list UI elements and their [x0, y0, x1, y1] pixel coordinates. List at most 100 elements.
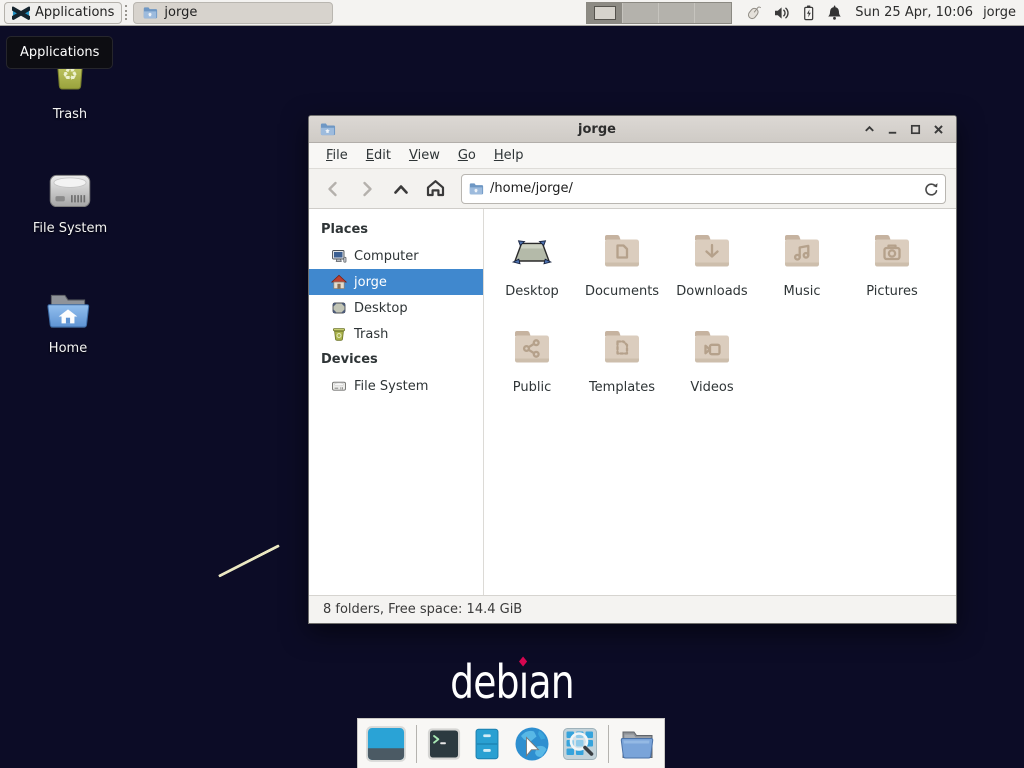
- location-bar[interactable]: [461, 174, 946, 204]
- music-folder-icon: [778, 227, 826, 275]
- sidebar-item-file-system[interactable]: File System: [309, 373, 483, 399]
- file-cabinet-icon: [471, 725, 503, 763]
- drive-icon: [331, 378, 347, 394]
- applications-menu-label: Applications: [35, 5, 114, 20]
- folder-label: Public: [513, 380, 551, 395]
- tooltip-text: Applications: [20, 45, 99, 60]
- menu-go[interactable]: Go: [449, 144, 485, 167]
- location-input[interactable]: [490, 181, 917, 196]
- folder-item-pictures[interactable]: Pictures: [847, 223, 937, 319]
- web-browser-launcher[interactable]: [512, 725, 552, 763]
- file-pane: Desktop Documents Downloads: [484, 209, 956, 595]
- wordmark-suffix: an: [528, 655, 573, 709]
- workspace-window-preview: [594, 6, 616, 20]
- close-button[interactable]: [927, 118, 950, 140]
- sidebar-item-label: Trash: [354, 327, 388, 342]
- back-button[interactable]: [319, 175, 347, 203]
- desktop-icon-label: File System: [33, 221, 107, 236]
- window-titlebar[interactable]: jorge: [309, 116, 956, 143]
- folder-label: Desktop: [505, 284, 559, 299]
- sidebar-item-label: File System: [354, 379, 428, 394]
- sidebar-item-desktop[interactable]: Desktop: [309, 295, 483, 321]
- home-icon: [331, 274, 347, 290]
- download-folder-icon: [688, 227, 736, 275]
- terminal-launcher[interactable]: [426, 726, 462, 762]
- folder-item-documents[interactable]: Documents: [577, 223, 667, 319]
- desktop-workspace-icon: [508, 227, 556, 275]
- bottom-dock: [357, 718, 665, 768]
- menu-help[interactable]: Help: [485, 144, 533, 167]
- pointer-artifact-line: [218, 544, 280, 578]
- workspace-4[interactable]: [695, 3, 731, 23]
- file-manager-launcher[interactable]: [471, 725, 503, 763]
- sidebar-item-label: jorge: [354, 275, 387, 290]
- up-button[interactable]: [387, 175, 415, 203]
- mouse-tray-icon[interactable]: [744, 3, 764, 22]
- sidebar-item-label: Computer: [354, 249, 419, 264]
- file-manager-window: jorge File Edit View Go Help: [308, 115, 957, 624]
- app-finder-launcher[interactable]: [561, 726, 599, 762]
- folder-item-downloads[interactable]: Downloads: [667, 223, 757, 319]
- folder-icon: [142, 5, 158, 21]
- workspace-1[interactable]: [587, 3, 623, 23]
- directory-menu-launcher[interactable]: [617, 725, 657, 763]
- share-folder-icon: [508, 323, 556, 371]
- folder-item-music[interactable]: Music: [757, 223, 847, 319]
- window-folder-icon[interactable]: [319, 121, 336, 138]
- web-browser-globe-icon: [512, 725, 552, 763]
- workspace-3[interactable]: [659, 3, 695, 23]
- desktop-icon-home[interactable]: Home: [12, 286, 124, 356]
- sidebar-item-jorge[interactable]: jorge: [309, 269, 483, 295]
- show-desktop-launcher[interactable]: [365, 724, 407, 764]
- show-desktop-icon: [365, 724, 407, 764]
- folder-label: Downloads: [676, 284, 747, 299]
- desktop-icon: [331, 300, 347, 316]
- sidebar-item-computer[interactable]: Computer: [309, 243, 483, 269]
- menu-file[interactable]: File: [317, 144, 357, 167]
- shade-button[interactable]: [858, 118, 881, 140]
- dock-separator: [608, 725, 609, 763]
- menu-edit[interactable]: Edit: [357, 144, 400, 167]
- notification-bell-tray-icon[interactable]: [826, 4, 843, 22]
- sidebar-item-label: Desktop: [354, 301, 408, 316]
- folder-icon: [617, 725, 657, 763]
- panel-handle: [125, 5, 129, 20]
- menu-view[interactable]: View: [400, 144, 449, 167]
- wordmark-prefix: deb: [450, 655, 519, 709]
- folder-label: Templates: [589, 380, 655, 395]
- sidebar-item-trash[interactable]: Trash: [309, 321, 483, 347]
- places-header: Places: [309, 217, 483, 243]
- folder-item-public[interactable]: Public: [487, 319, 577, 415]
- minimize-button[interactable]: [881, 118, 904, 140]
- pictures-folder-icon: [868, 227, 916, 275]
- folder-item-desktop[interactable]: Desktop: [487, 223, 577, 319]
- volume-tray-icon[interactable]: [773, 4, 791, 22]
- taskbar-window-button[interactable]: jorge: [133, 2, 333, 24]
- folder-label: Music: [784, 284, 821, 299]
- home-folder-icon: [41, 286, 95, 338]
- forward-button[interactable]: [353, 175, 381, 203]
- panel-username[interactable]: jorge: [983, 5, 1016, 20]
- battery-tray-icon[interactable]: [800, 4, 817, 22]
- computer-icon: [331, 248, 347, 264]
- folder-item-videos[interactable]: Videos: [667, 319, 757, 415]
- home-button[interactable]: [421, 175, 449, 203]
- panel-clock[interactable]: Sun 25 Apr, 10:06: [855, 5, 973, 20]
- window-controls: [858, 118, 950, 140]
- status-text: 8 folders, Free space: 14.4 GiB: [323, 602, 522, 617]
- dock-separator: [416, 725, 417, 763]
- desktop-icon-label: Trash: [53, 107, 87, 122]
- system-tray: [744, 3, 843, 22]
- location-folder-icon: [468, 181, 484, 197]
- folder-label: Videos: [690, 380, 733, 395]
- window-content: Places Computer jorge: [309, 209, 956, 595]
- desktop-icon-file-system[interactable]: File System: [14, 166, 126, 236]
- status-bar: 8 folders, Free space: 14.4 GiB: [309, 595, 956, 623]
- reload-icon[interactable]: [923, 181, 939, 197]
- window-title: jorge: [336, 122, 858, 137]
- folder-item-templates[interactable]: Templates: [577, 319, 667, 415]
- applications-menu-button[interactable]: Applications: [4, 2, 122, 24]
- workspace-2[interactable]: [623, 3, 659, 23]
- videos-folder-icon: [688, 323, 736, 371]
- maximize-button[interactable]: [904, 118, 927, 140]
